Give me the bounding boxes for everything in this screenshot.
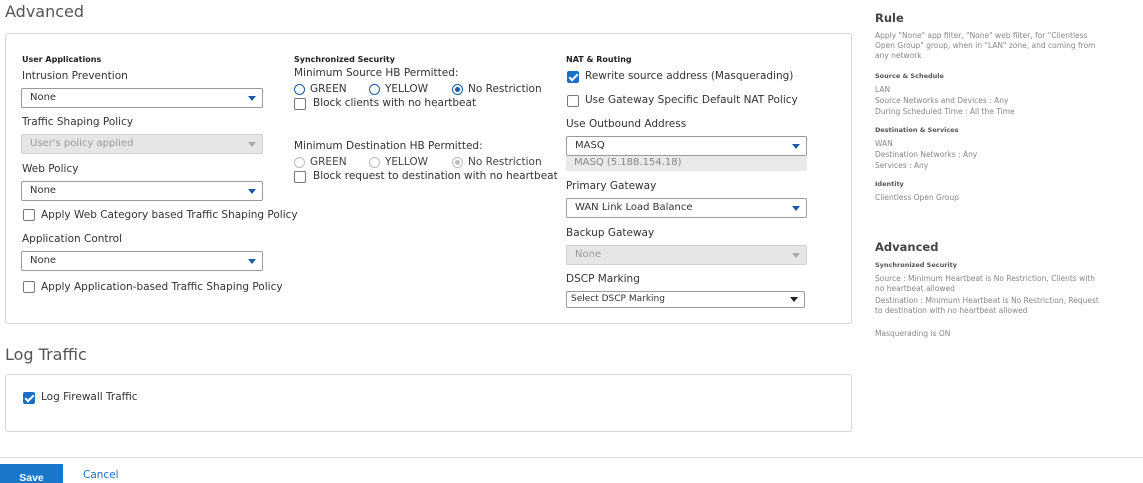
sync-security-summary-heading: Synchronized Security bbox=[875, 261, 958, 269]
chevron-down-icon bbox=[792, 253, 800, 258]
source-schedule-heading: Source & Schedule bbox=[875, 72, 944, 80]
min-destination-hb-label: Minimum Destination HB Permitted: bbox=[294, 140, 483, 152]
sync-source-summary: Source : Minimum Heartbeat is No Restric… bbox=[875, 274, 1096, 293]
log-traffic-panel: Log Firewall Traffic bbox=[5, 374, 852, 432]
source-yellow-radio[interactable] bbox=[369, 84, 380, 95]
outbound-address-detail: MASQ (5.188.154.18) bbox=[566, 156, 807, 171]
app-shaping-checkbox[interactable] bbox=[23, 281, 35, 293]
advanced-panel: User Applications Intrusion Prevention N… bbox=[5, 33, 852, 324]
primary-gateway-value: WAN Link Load Balance bbox=[575, 202, 693, 213]
block-destination-checkbox[interactable] bbox=[294, 171, 306, 183]
intrusion-prevention-select[interactable]: None bbox=[21, 88, 263, 108]
block-destination-label: Block request to destination with no hea… bbox=[313, 170, 558, 182]
log-traffic-section-title: Log Traffic bbox=[5, 345, 87, 364]
destination-no-restriction-radio[interactable] bbox=[452, 157, 463, 168]
log-firewall-label: Log Firewall Traffic bbox=[41, 391, 138, 403]
destination-yellow-label: YELLOW bbox=[385, 156, 429, 168]
chevron-down-icon bbox=[790, 297, 798, 302]
intrusion-prevention-value: None bbox=[30, 92, 57, 103]
chevron-down-icon bbox=[792, 206, 800, 211]
identity-heading: Identity bbox=[875, 180, 904, 188]
identity-group: Clientless Open Group bbox=[875, 193, 959, 202]
source-no-restriction-radio[interactable] bbox=[452, 84, 463, 95]
gateway-nat-checkbox[interactable] bbox=[567, 95, 579, 107]
web-policy-label: Web Policy bbox=[22, 163, 79, 175]
traffic-shaping-label: Traffic Shaping Policy bbox=[22, 116, 134, 128]
source-no-restriction-label: No Restriction bbox=[468, 83, 542, 95]
web-category-shaping-checkbox[interactable] bbox=[23, 209, 35, 221]
min-source-hb-label: Minimum Source HB Permitted: bbox=[294, 67, 459, 79]
web-category-shaping-label: Apply Web Category based Traffic Shaping… bbox=[41, 209, 298, 221]
masquerading-summary: Masquerading is ON bbox=[875, 329, 951, 338]
source-green-label: GREEN bbox=[310, 83, 347, 95]
backup-gateway-select: None bbox=[566, 245, 807, 265]
destination-services: Services : Any bbox=[875, 161, 929, 170]
save-button[interactable]: Save bbox=[0, 464, 63, 483]
destination-green-label: GREEN bbox=[310, 156, 347, 168]
destination-services-heading: Destination & Services bbox=[875, 126, 959, 134]
block-clients-label: Block clients with no heartbeat bbox=[313, 97, 477, 109]
source-networks: Source Networks and Devices : Any bbox=[875, 96, 1009, 105]
chevron-down-icon bbox=[248, 189, 256, 194]
chevron-down-icon bbox=[248, 259, 256, 264]
nat-routing-heading: NAT & Routing bbox=[566, 55, 632, 64]
backup-gateway-value: None bbox=[575, 249, 602, 260]
traffic-shaping-select: User's policy applied bbox=[21, 134, 263, 154]
source-zone: LAN bbox=[875, 85, 891, 94]
web-policy-select[interactable]: None bbox=[21, 181, 263, 201]
traffic-shaping-value: User's policy applied bbox=[30, 138, 134, 149]
rule-summary-title: Rule bbox=[875, 11, 904, 25]
application-control-label: Application Control bbox=[22, 233, 122, 245]
rewrite-source-checkbox[interactable] bbox=[567, 71, 579, 83]
application-control-value: None bbox=[30, 255, 57, 266]
dscp-marking-label: DSCP Marking bbox=[566, 273, 640, 285]
source-green-radio[interactable] bbox=[294, 84, 305, 95]
primary-gateway-select[interactable]: WAN Link Load Balance bbox=[566, 198, 807, 218]
advanced-summary-title: Advanced bbox=[875, 240, 939, 254]
footer-divider bbox=[0, 457, 1143, 458]
outbound-address-label: Use Outbound Address bbox=[566, 118, 687, 130]
destination-no-restriction-label: No Restriction bbox=[468, 156, 542, 168]
source-yellow-label: YELLOW bbox=[385, 83, 429, 95]
outbound-address-value: MASQ bbox=[575, 140, 605, 151]
application-control-select[interactable]: None bbox=[21, 251, 263, 271]
synchronized-security-heading: Synchronized Security bbox=[294, 55, 395, 64]
source-schedule: During Scheduled Time : All the Time bbox=[875, 107, 1015, 116]
outbound-address-select[interactable]: MASQ bbox=[566, 136, 807, 156]
destination-green-radio[interactable] bbox=[294, 157, 305, 168]
dscp-marking-select[interactable]: Select DSCP Marking bbox=[566, 291, 805, 308]
block-clients-checkbox[interactable] bbox=[294, 98, 306, 110]
web-policy-value: None bbox=[30, 185, 57, 196]
destination-networks: Destination Networks : Any bbox=[875, 150, 978, 159]
rewrite-source-label: Rewrite source address (Masquerading) bbox=[585, 70, 794, 82]
destination-zone: WAN bbox=[875, 139, 893, 148]
dscp-marking-value: Select DSCP Marking bbox=[571, 294, 665, 304]
destination-yellow-radio[interactable] bbox=[369, 157, 380, 168]
sync-destination-summary: Destination : Minimum Heartbeat is No Re… bbox=[875, 296, 1099, 315]
gateway-nat-label: Use Gateway Specific Default NAT Policy bbox=[585, 94, 798, 106]
rule-summary-description: Apply "None" app filter, "None" web filt… bbox=[875, 31, 1096, 60]
user-applications-heading: User Applications bbox=[22, 55, 102, 64]
advanced-section-title: Advanced bbox=[5, 2, 85, 21]
chevron-down-icon bbox=[792, 144, 800, 149]
primary-gateway-label: Primary Gateway bbox=[566, 180, 657, 192]
backup-gateway-label: Backup Gateway bbox=[566, 227, 655, 239]
app-shaping-label: Apply Application-based Traffic Shaping … bbox=[41, 281, 283, 293]
intrusion-prevention-label: Intrusion Prevention bbox=[22, 70, 128, 82]
log-firewall-checkbox[interactable] bbox=[23, 392, 35, 404]
cancel-button[interactable]: Cancel bbox=[83, 469, 119, 481]
chevron-down-icon bbox=[248, 96, 256, 101]
chevron-down-icon bbox=[248, 142, 256, 147]
